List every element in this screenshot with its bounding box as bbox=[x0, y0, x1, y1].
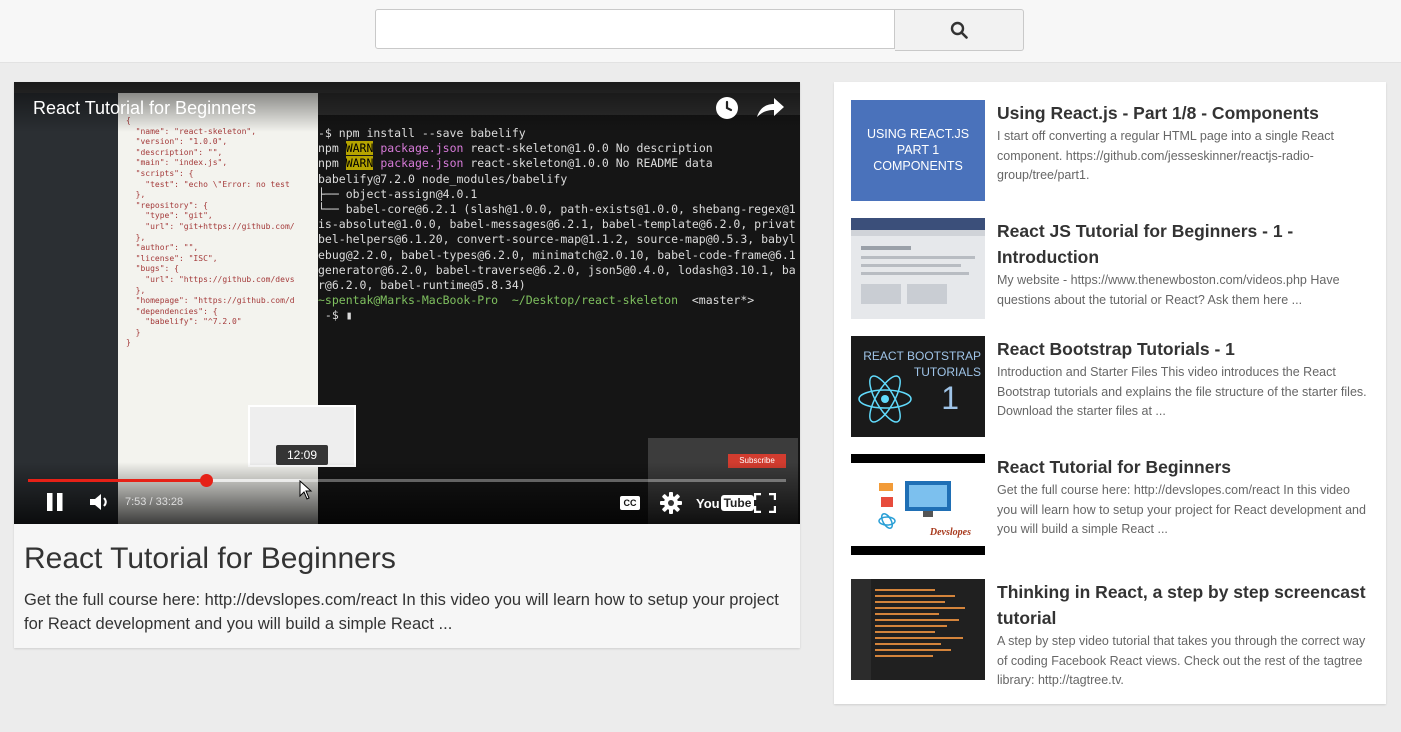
video-thumbnail[interactable] bbox=[851, 218, 985, 319]
thumbnail-text: Devslopes bbox=[929, 527, 971, 538]
video-description: Get the full course here: http://devslop… bbox=[24, 591, 779, 633]
gear-icon[interactable] bbox=[660, 492, 682, 514]
related-video-title[interactable]: React JS Tutorial for Beginners - 1 - In… bbox=[997, 218, 1372, 270]
related-video-title[interactable]: React Bootstrap Tutorials - 1 bbox=[997, 336, 1372, 362]
related-video-item[interactable]: Devslopes React Tutorial for Beginners G… bbox=[834, 454, 1386, 566]
related-video-description: My website - https://www.thenewboston.co… bbox=[997, 273, 1340, 307]
time-display: 7:53 / 33:28 bbox=[125, 496, 184, 508]
related-video-description: I start off converting a regular HTML pa… bbox=[997, 129, 1334, 182]
related-video-item[interactable]: React JS Tutorial for Beginners - 1 - In… bbox=[834, 218, 1386, 330]
related-video-item[interactable]: Thinking in React, a step by step screen… bbox=[834, 579, 1386, 691]
progress-played bbox=[28, 479, 207, 482]
related-video-description: Get the full course here: http://devslop… bbox=[997, 483, 1366, 536]
thumbnail-text: USING REACT.JS PART 1 COMPONENTS bbox=[866, 127, 970, 173]
related-video-item[interactable]: USING REACT.JS PART 1 COMPONENTS Using R… bbox=[834, 100, 1386, 212]
thumbnail-number: 1 bbox=[941, 380, 959, 416]
progress-bar[interactable] bbox=[28, 474, 786, 487]
related-video-title[interactable]: Thinking in React, a step by step screen… bbox=[997, 579, 1372, 631]
video-thumbnail[interactable] bbox=[851, 579, 985, 680]
main-video-card: { "name": "react-skeleton", "version": "… bbox=[14, 82, 800, 648]
video-frame-code: { "name": "react-skeleton", "version": "… bbox=[126, 116, 295, 348]
video-thumbnail[interactable]: USING REACT.JS PART 1 COMPONENTS bbox=[851, 100, 985, 201]
share-icon[interactable] bbox=[755, 95, 785, 121]
youtube-logo-tube: Tube bbox=[720, 495, 755, 511]
search-input[interactable] bbox=[375, 9, 895, 49]
video-thumbnail[interactable]: Devslopes bbox=[851, 454, 985, 555]
watch-later-icon[interactable] bbox=[714, 95, 740, 121]
video-title-heading: React Tutorial for Beginners bbox=[24, 542, 396, 575]
youtube-logo-you: You bbox=[696, 495, 720, 511]
volume-icon[interactable] bbox=[89, 492, 111, 512]
captions-icon[interactable]: CC bbox=[620, 496, 640, 510]
thumbnail-code-screenshot bbox=[851, 579, 965, 680]
youtube-logo[interactable]: You Tube bbox=[696, 493, 755, 513]
controls-gradient bbox=[14, 462, 800, 524]
related-videos-list: USING REACT.JS PART 1 COMPONENTS Using R… bbox=[834, 82, 1386, 704]
related-video-description: Introduction and Starter Files This vide… bbox=[997, 365, 1367, 418]
react-logo-icon bbox=[858, 375, 912, 423]
search-button[interactable] bbox=[895, 9, 1024, 51]
related-video-description: A step by step video tutorial that takes… bbox=[997, 634, 1366, 687]
video-thumbnail[interactable]: REACT BOOTSTRAP TUTORIALS 1 bbox=[851, 336, 985, 437]
related-video-title[interactable]: Using React.js - Part 1/8 - Components bbox=[997, 100, 1372, 126]
devslopes-illustration bbox=[878, 481, 951, 529]
top-bar bbox=[0, 0, 1401, 63]
video-player[interactable]: { "name": "react-skeleton", "version": "… bbox=[14, 82, 800, 524]
pause-icon[interactable] bbox=[46, 492, 64, 512]
related-video-title[interactable]: React Tutorial for Beginners bbox=[997, 454, 1372, 480]
video-title[interactable]: React Tutorial for Beginners bbox=[33, 98, 256, 119]
video-frame-terminal-text: -$ npm install --save babelify npm WARN … bbox=[318, 126, 796, 323]
fullscreen-icon[interactable] bbox=[754, 493, 776, 513]
mouse-cursor-icon bbox=[299, 480, 313, 500]
related-video-item[interactable]: REACT BOOTSTRAP TUTORIALS 1 React Bootst… bbox=[834, 336, 1386, 448]
thumbnail-website-screenshot bbox=[851, 218, 985, 304]
video-frame-file-tree bbox=[14, 93, 118, 524]
search-icon bbox=[950, 21, 968, 39]
